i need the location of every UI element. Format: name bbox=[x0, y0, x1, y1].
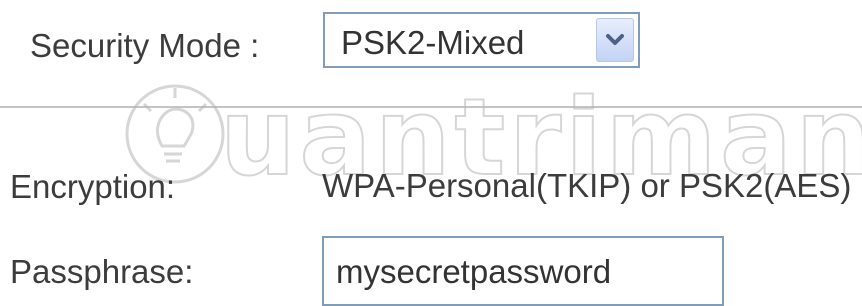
security-mode-selected-value: PSK2-Mixed bbox=[341, 24, 525, 61]
security-mode-label: Security Mode : bbox=[30, 27, 260, 64]
section-divider bbox=[0, 106, 862, 108]
chevron-down-icon bbox=[606, 34, 624, 45]
passphrase-label: Passphrase: bbox=[10, 253, 194, 290]
security-mode-select[interactable]: PSK2-Mixed bbox=[323, 12, 640, 68]
encryption-value: WPA-Personal(TKIP) or PSK2(AES) bbox=[322, 167, 852, 204]
passphrase-value: mysecretpassword bbox=[336, 253, 612, 290]
encryption-label: Encryption: bbox=[10, 168, 176, 205]
dropdown-button[interactable] bbox=[596, 18, 634, 62]
